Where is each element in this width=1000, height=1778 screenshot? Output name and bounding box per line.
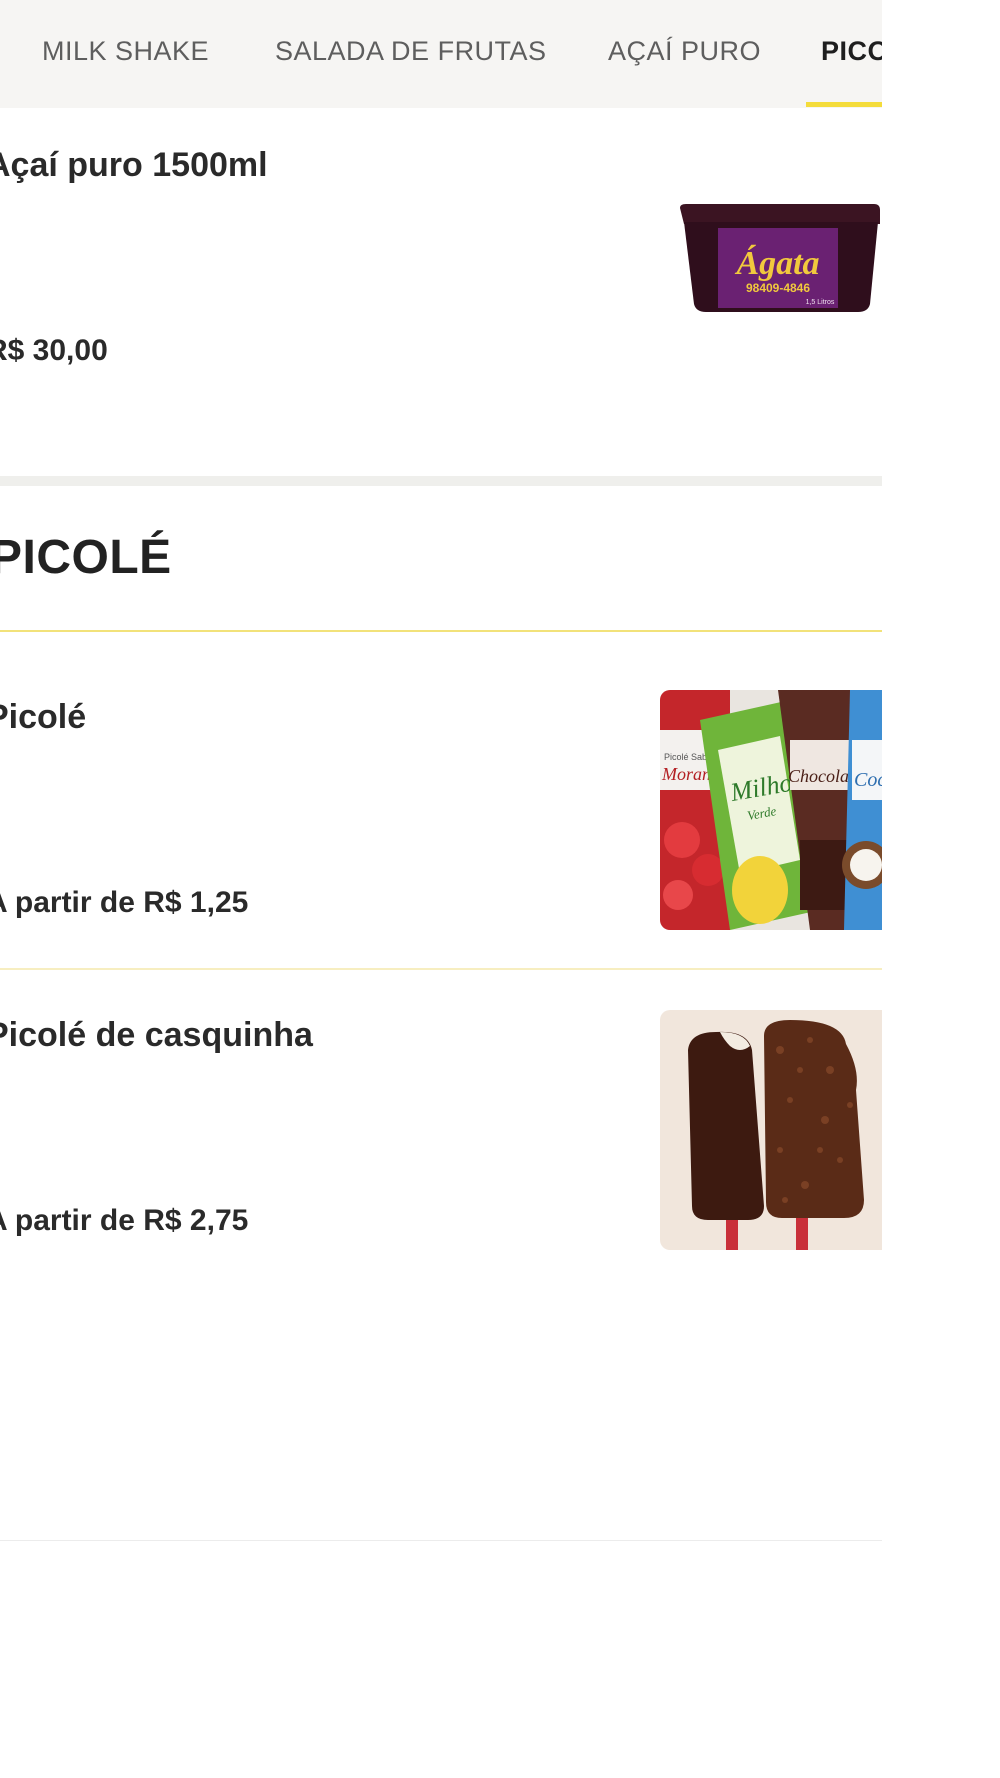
product-name: Picolé de casquinha [0,1016,313,1054]
active-tab-indicator [806,102,882,107]
section-separator [0,476,882,486]
tab-milk-shake[interactable]: MILK SHAKE [42,36,209,67]
product-price: R$ 30,00 [0,334,108,367]
menu-page: MILK SHAKE SALADA DE FRUTAS AÇAÍ PURO PI… [0,0,882,1778]
tub-brand-text: Ágata [734,245,819,282]
acai-tub-image: Ágata 98409-4846 1,5 Litros [672,200,882,316]
product-card[interactable]: Picolé de casquinha A partir de R$ 2,75 [0,970,882,1290]
popsicle-packages-image: Picolé Sabor Morango Milho Verde Chocola… [660,690,882,930]
product-name: Picolé [0,698,87,736]
product-price: A partir de R$ 1,25 [0,886,249,919]
pack-label-coco: Coco [854,769,882,791]
bottom-divider [0,1540,882,1541]
product-name: Açaí puro 1500ml [0,146,268,184]
tab-picole[interactable]: PICOLÉ [821,36,882,67]
product-price: A partir de R$ 2,75 [0,1204,249,1237]
tab-acai-puro[interactable]: AÇAÍ PURO [608,36,761,67]
category-tab-bar[interactable]: MILK SHAKE SALADA DE FRUTAS AÇAÍ PURO PI… [0,0,882,108]
tub-phone-text: 98409-4846 [746,281,810,295]
tab-salada-de-frutas[interactable]: SALADA DE FRUTAS [275,36,547,67]
product-card[interactable]: Açaí puro 1500ml R$ 30,00 Ágata 98409-48… [0,108,882,476]
tub-volume-text: 1,5 Litros [806,299,835,306]
section-title: PICOLÉ [0,531,172,584]
chocolate-popsicle-image [660,1010,882,1250]
product-card[interactable]: Picolé A partir de R$ 1,25 Picolé Sabor … [0,632,882,968]
